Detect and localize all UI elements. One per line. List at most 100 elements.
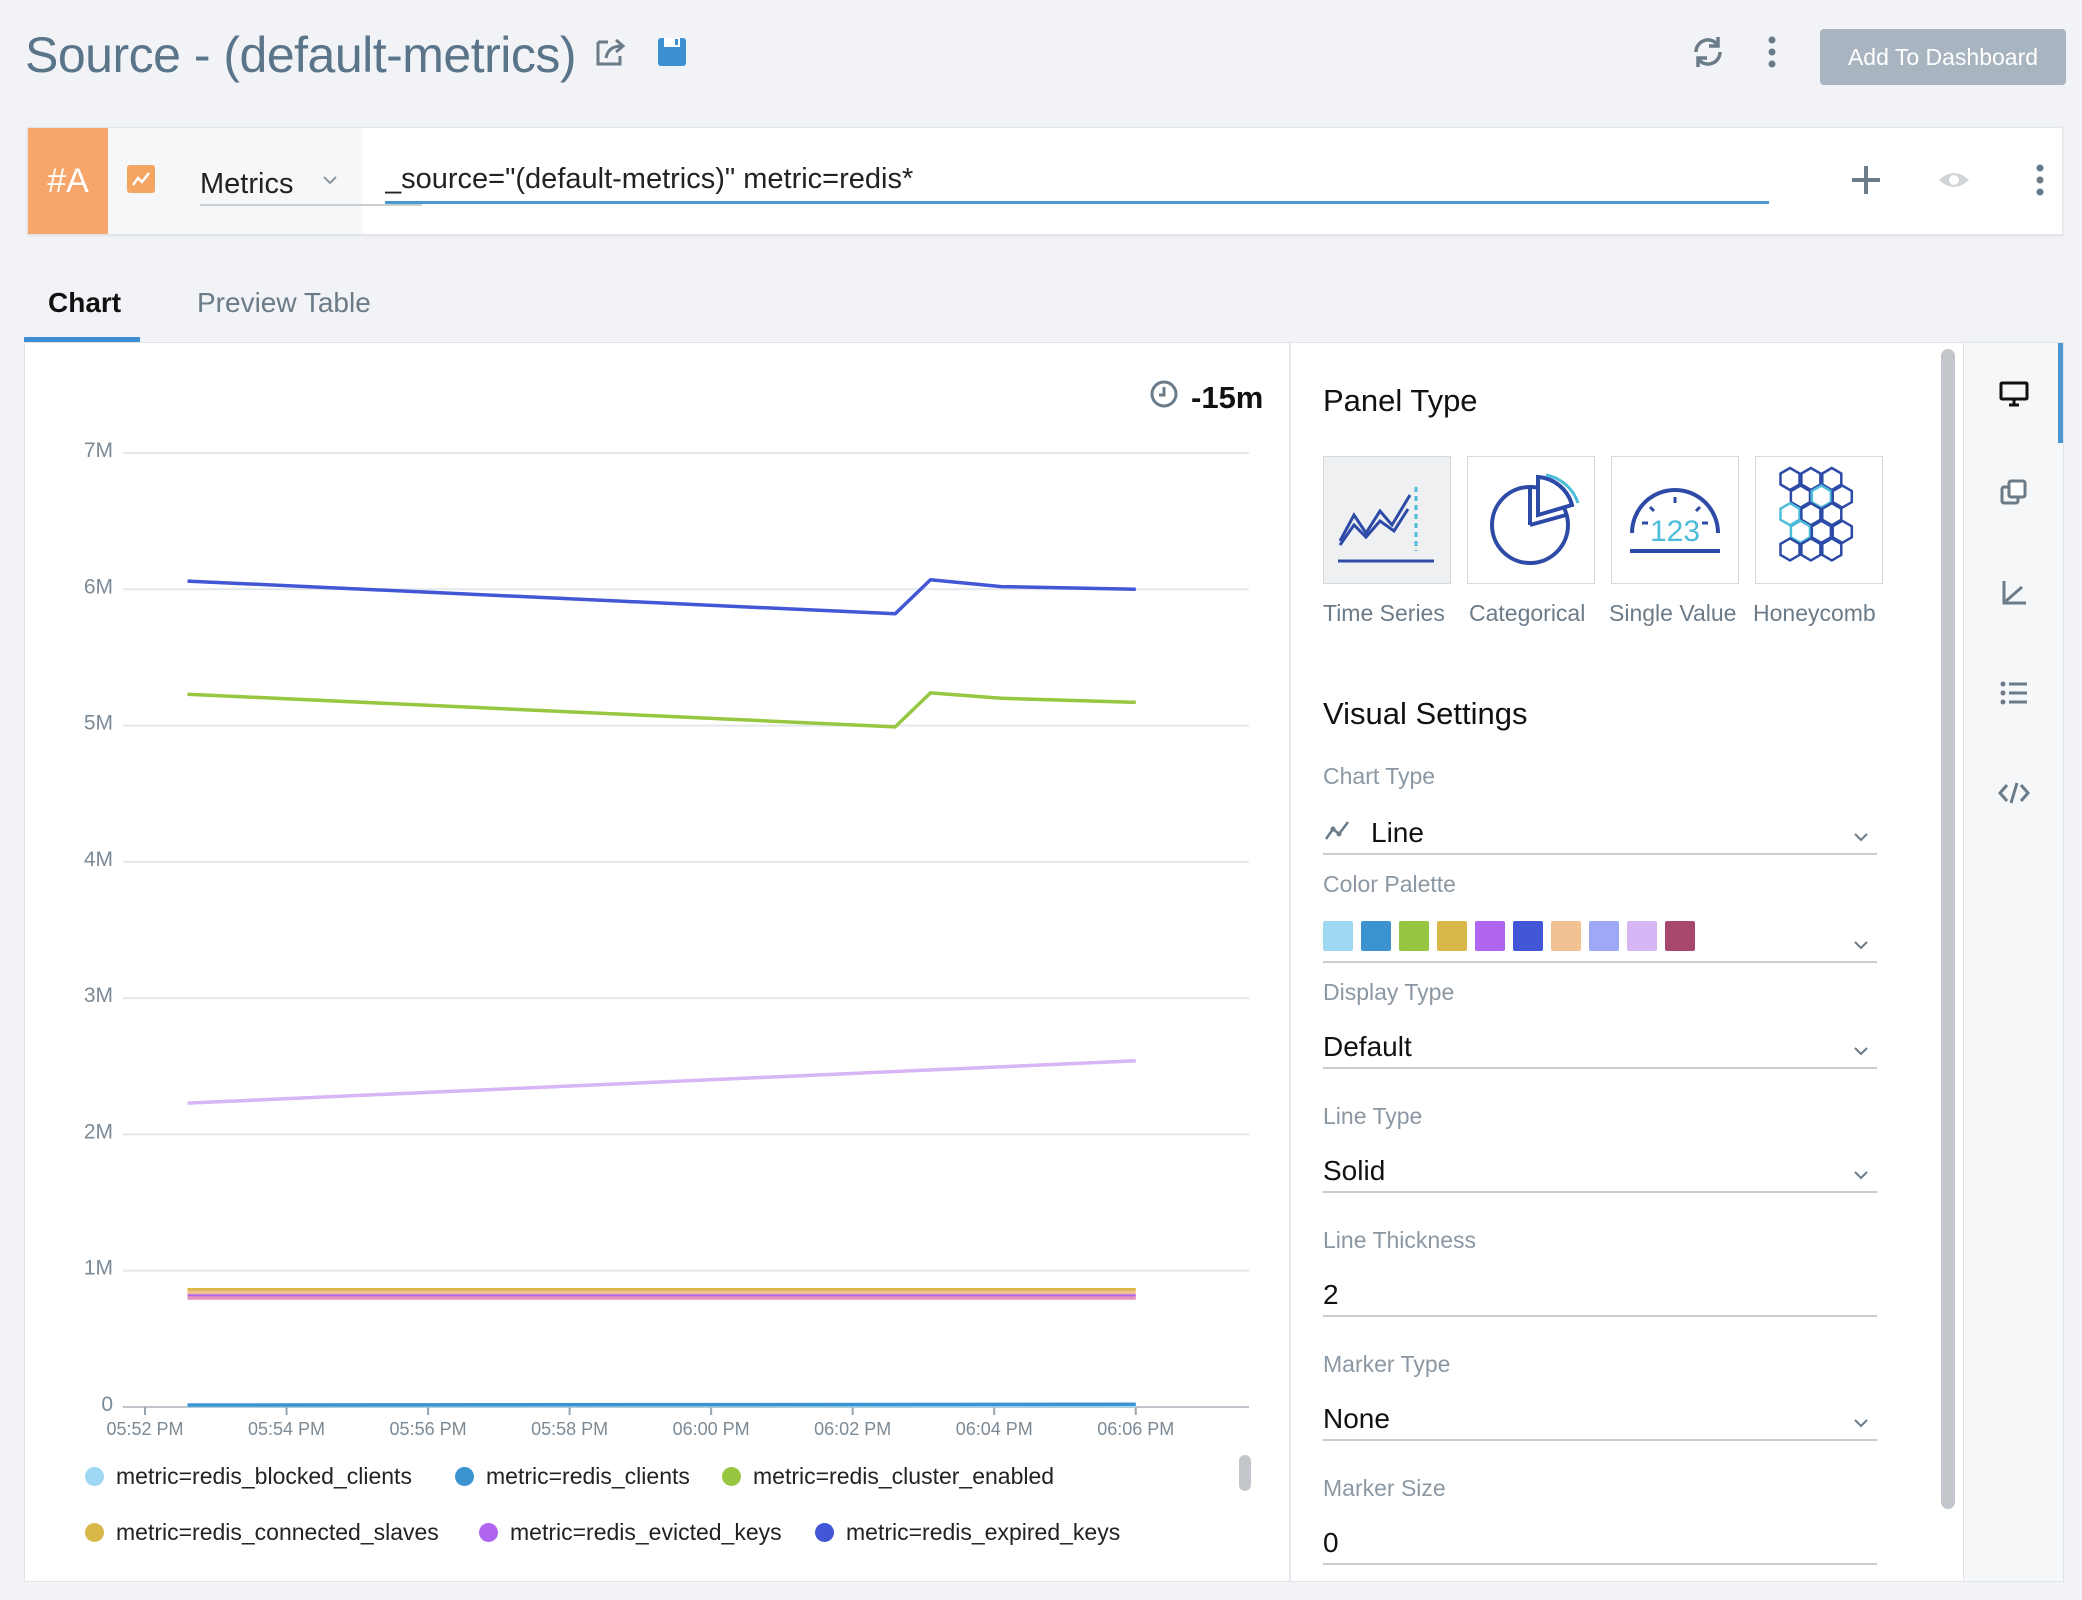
- panel-type-time-series[interactable]: [1323, 456, 1451, 584]
- y-tick-label: 5M: [84, 712, 113, 735]
- y-tick-label: 0: [101, 1393, 113, 1416]
- save-icon[interactable]: [652, 32, 692, 72]
- refresh-icon[interactable]: [1688, 32, 1728, 72]
- time-series-icon: [1338, 487, 1434, 563]
- panel-type-single-value[interactable]: 123: [1611, 456, 1739, 584]
- legend-item[interactable]: metric=redis_blocked_clients: [85, 1463, 412, 1490]
- chart-type-select[interactable]: Line: [1323, 809, 1877, 855]
- query-input[interactable]: [385, 158, 1769, 204]
- panel-type-label: Honeycomb: [1753, 600, 1876, 626]
- marker-size-label: Marker Size: [1323, 1475, 1446, 1501]
- legend-item[interactable]: metric=redis_expired_keys: [815, 1519, 1120, 1546]
- legend-item[interactable]: metric=redis_connected_slaves: [85, 1519, 439, 1546]
- chart-area: -15m 0 1M 2M 3M 4M 5M 6M 7M 05:52 PM 05:54 PM 05:5…: [25, 343, 1289, 1581]
- panel-type-label: Categorical: [1469, 600, 1586, 626]
- query-type-selector[interactable]: Metrics: [108, 128, 422, 234]
- legend-dot: [455, 1467, 474, 1486]
- query-more-icon[interactable]: [2020, 160, 2060, 200]
- right-rail: [1963, 343, 2063, 1581]
- panel-type-honeycomb[interactable]: [1755, 456, 1883, 584]
- code-icon[interactable]: [1996, 775, 2032, 811]
- display-type-value: Default: [1323, 1031, 1412, 1062]
- x-tick-label: 05:56 PM: [390, 1419, 467, 1439]
- chevron-down-icon: [1851, 935, 1871, 960]
- chevron-down-icon: [1851, 1041, 1871, 1066]
- query-letter: #A: [28, 128, 108, 234]
- line-type-select[interactable]: Solid: [1323, 1147, 1877, 1193]
- display-type-select[interactable]: Default: [1323, 1023, 1877, 1069]
- legend-dot: [85, 1467, 104, 1486]
- chart-type-label: Chart Type: [1323, 763, 1436, 789]
- display-type-label: Display Type: [1323, 979, 1455, 1005]
- page-title: Source - (default-metrics): [25, 27, 577, 83]
- settings-scrollbar[interactable]: [1941, 349, 1955, 1509]
- color-palette-label: Color Palette: [1323, 871, 1456, 897]
- tab-chart[interactable]: Chart: [48, 287, 121, 319]
- add-query-icon[interactable]: [1846, 160, 1886, 200]
- legend-label: metric=redis_cluster_enabled: [753, 1463, 1055, 1489]
- x-tick-label: 06:06 PM: [1097, 1419, 1174, 1439]
- chevron-down-icon: [320, 170, 340, 195]
- legend-label: metric=redis_expired_keys: [846, 1519, 1121, 1545]
- tab-preview-table[interactable]: Preview Table: [197, 287, 371, 319]
- legend-dot: [479, 1523, 498, 1542]
- legend-item[interactable]: metric=redis_cluster_enabled: [722, 1463, 1054, 1490]
- palette-swatch: [1475, 921, 1505, 951]
- marker-size-input[interactable]: 0: [1323, 1519, 1877, 1565]
- add-to-dashboard-button[interactable]: Add To Dashboard: [1820, 29, 2066, 85]
- y-tick-label: 3M: [84, 984, 113, 1007]
- line-type-label: Line Type: [1323, 1103, 1423, 1129]
- series-line: [187, 1402, 1136, 1407]
- line-type-value: Solid: [1323, 1155, 1386, 1186]
- marker-type-select[interactable]: None: [1323, 1395, 1877, 1441]
- y-tick-label: 2M: [84, 1120, 113, 1143]
- color-palette-select[interactable]: [1323, 917, 1877, 963]
- panel-type-label: Single Value: [1609, 600, 1737, 626]
- line-chart-icon: [1323, 817, 1351, 850]
- share-icon[interactable]: [590, 32, 630, 72]
- gauge-icon: 123: [1630, 488, 1720, 553]
- legend-label: metric=redis_clients: [486, 1463, 690, 1489]
- y-tick-label: 6M: [84, 575, 113, 598]
- y-tick-label: 1M: [84, 1257, 113, 1280]
- marker-type-value: None: [1323, 1403, 1390, 1434]
- line-thickness-label: Line Thickness: [1323, 1227, 1476, 1253]
- marker-type-label: Marker Type: [1323, 1351, 1451, 1377]
- honeycomb-icon: [1779, 466, 1854, 562]
- palette-swatch: [1437, 921, 1467, 951]
- chevron-down-icon: [1851, 1413, 1871, 1438]
- legend-scrollbar[interactable]: [1239, 1455, 1251, 1491]
- x-tick-label: 05:54 PM: [248, 1419, 325, 1439]
- settings-panel: Panel Type 123 Time Series Categorical S…: [1291, 343, 1911, 1581]
- palette-swatch: [1323, 921, 1353, 951]
- honeycomb-cell: [1779, 536, 1801, 562]
- legend-dot: [722, 1467, 741, 1486]
- visual-settings-title: Visual Settings: [1323, 696, 1528, 731]
- monitor-icon[interactable]: [1996, 375, 2032, 411]
- palette-swatch: [1361, 921, 1391, 951]
- more-vertical-icon[interactable]: [1752, 32, 1792, 72]
- x-tick-label: 06:02 PM: [814, 1419, 891, 1439]
- overlay-icon[interactable]: [1996, 475, 2032, 511]
- line-thickness-input[interactable]: 2: [1323, 1271, 1877, 1317]
- header: Source - (default-metrics) Add To Dashbo…: [0, 0, 2082, 120]
- series-line: [187, 577, 1136, 616]
- series-line: [187, 1059, 1136, 1105]
- x-tick-label: 06:04 PM: [956, 1419, 1033, 1439]
- palette-swatch: [1665, 921, 1695, 951]
- axis-icon[interactable]: [1996, 575, 2032, 611]
- x-tick-label: 05:58 PM: [531, 1419, 608, 1439]
- legend-dot: [85, 1523, 104, 1542]
- query-row: #A Metrics: [27, 127, 2063, 235]
- panel-type-categorical[interactable]: [1467, 456, 1595, 584]
- legend-item[interactable]: metric=redis_clients: [455, 1463, 690, 1490]
- panel-type-title: Panel Type: [1323, 383, 1478, 418]
- line-thickness-value: 2: [1323, 1279, 1339, 1310]
- main-panel: -15m 0 1M 2M 3M 4M 5M 6M 7M 05:52 PM 05:54 PM 05:5…: [24, 342, 2064, 1582]
- eye-icon[interactable]: [1934, 160, 1974, 200]
- honeycomb-cell: [1821, 536, 1843, 562]
- pie-chart-icon: [1490, 473, 1580, 565]
- legend-item[interactable]: metric=redis_evicted_keys: [479, 1519, 782, 1546]
- gauge-value-glyph: 123: [1650, 515, 1700, 548]
- list-icon[interactable]: [1996, 675, 2032, 711]
